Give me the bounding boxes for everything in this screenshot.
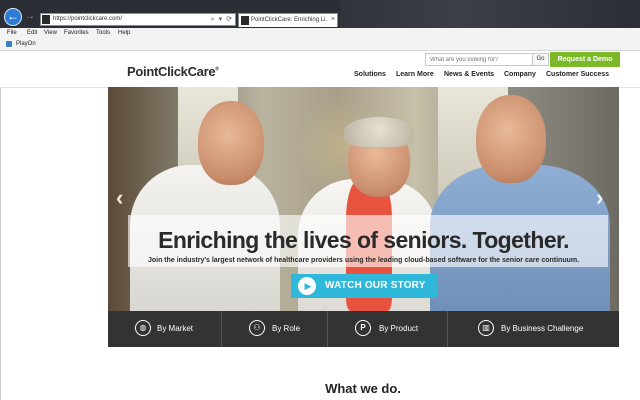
menu-tools[interactable]: Tools (96, 28, 110, 38)
nav-customer-success[interactable]: Customer Success (546, 71, 609, 78)
category-label: By Role (272, 324, 301, 333)
chart-icon: ▥ (478, 320, 494, 336)
forward-button[interactable]: → (24, 11, 36, 23)
tab-favicon-icon (241, 16, 249, 25)
favorites-item-playon[interactable]: PlayOn (16, 38, 36, 50)
tab-close-icon[interactable]: × (331, 14, 335, 26)
address-tools[interactable]: ⌕ ▾ ⟳ (211, 14, 233, 25)
people-icon: ⚇ (249, 320, 265, 336)
category-by-market[interactable]: ◍ By Market (108, 311, 222, 347)
back-button[interactable]: ← (4, 8, 22, 26)
hero-title: Enriching the lives of seniors. Together… (158, 227, 569, 253)
site-header: Go Request a Demo PointClickCare® Soluti… (0, 51, 640, 88)
menu-edit[interactable]: Edit (27, 28, 37, 38)
menu-view[interactable]: View (44, 28, 57, 38)
globe-icon: ◍ (135, 320, 151, 336)
registered-mark: ® (215, 66, 219, 73)
favorites-bar: PlayOn (0, 38, 640, 51)
category-label: By Business Challenge (501, 324, 584, 333)
search-go-button[interactable]: Go (533, 53, 549, 66)
address-bar[interactable]: https://pointclickcare.com/ ⌕ ▾ ⟳ (40, 13, 236, 26)
request-demo-button[interactable]: Request a Demo (550, 52, 620, 67)
carousel-next-arrow-icon[interactable]: › (596, 187, 603, 209)
search-input[interactable] (425, 53, 533, 66)
titlebar-background (340, 0, 640, 28)
play-icon: ▶ (298, 277, 316, 295)
category-by-product[interactable]: P By Product (328, 311, 448, 347)
logo-text: PointClickCare (127, 64, 216, 79)
watch-story-button[interactable]: ▶ WATCH OUR STORY (291, 274, 437, 298)
nav-learn-more[interactable]: Learn More (396, 71, 434, 78)
person-hair (344, 117, 414, 147)
address-url[interactable]: https://pointclickcare.com/ (53, 14, 122, 25)
site-favicon-icon (42, 15, 50, 24)
category-bar: ◍ By Market ⚇ By Role P By Product ▥ By … (108, 311, 619, 347)
playon-icon (6, 41, 12, 47)
carousel-prev-arrow-icon[interactable]: ‹ (116, 187, 123, 209)
menu-file[interactable]: File (7, 28, 17, 38)
menu-bar: File Edit View Favorites Tools Help (0, 28, 640, 38)
menu-favorites[interactable]: Favorites (64, 28, 89, 38)
watch-story-label: WATCH OUR STORY (325, 280, 426, 291)
window-edge (0, 50, 1, 400)
site-logo[interactable]: PointClickCare® (127, 64, 219, 79)
category-by-role[interactable]: ⚇ By Role (222, 311, 328, 347)
product-icon: P (355, 320, 371, 336)
hero-subtitle: Join the industry's largest network of h… (147, 257, 580, 264)
tab-title: PointClickCare: Enriching Li... (251, 17, 327, 23)
nav-solutions[interactable]: Solutions (354, 71, 386, 78)
category-label: By Market (157, 324, 194, 333)
browser-tab[interactable]: PointClickCare: Enriching Li... × (238, 13, 338, 27)
menu-help[interactable]: Help (118, 28, 130, 38)
nav-news-events[interactable]: News & Events (444, 71, 494, 78)
person-head (476, 95, 546, 183)
category-label: By Product (379, 324, 419, 333)
category-by-business-challenge[interactable]: ▥ By Business Challenge (448, 311, 619, 347)
person-head (198, 101, 264, 185)
section-heading: What we do. (325, 381, 401, 396)
hero-banner: Enriching the lives of seniors. Together… (108, 87, 619, 311)
nav-company[interactable]: Company (504, 71, 536, 78)
